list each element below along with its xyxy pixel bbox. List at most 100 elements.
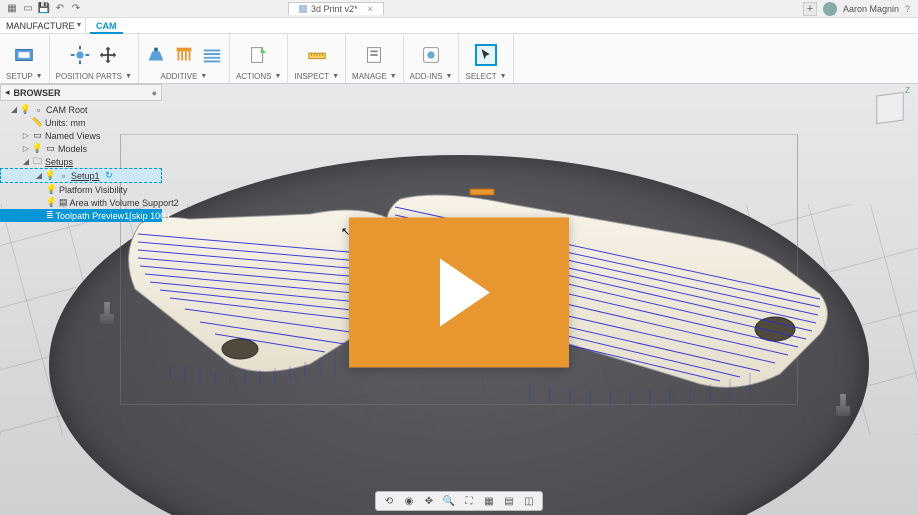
expand-icon[interactable]: ◢: [35, 171, 43, 180]
play-button-overlay[interactable]: [349, 217, 569, 367]
move-icon[interactable]: [97, 44, 119, 66]
tree-label: Models: [58, 144, 87, 154]
document-icon: [299, 5, 307, 13]
ribbon-label: POSITION PARTS: [56, 72, 122, 81]
expand-icon[interactable]: ▷: [22, 144, 30, 153]
file-icon[interactable]: ▭: [22, 3, 34, 15]
zoom-icon[interactable]: 🔍: [442, 494, 456, 508]
tab-cam[interactable]: CAM: [86, 18, 127, 33]
alignment-pin: [836, 394, 850, 416]
ribbon-group-setup: SETUP▼: [0, 34, 50, 83]
main-area: Z ⟲ ◉ ✥ 🔍 ⛶ ▦ ▤ ◫ ↖ ◂ BROWSER ● ◢ 💡 ▫: [0, 84, 918, 515]
view-cube-face[interactable]: [876, 92, 903, 124]
lightbulb-on-icon[interactable]: 💡: [46, 184, 57, 195]
measure-icon[interactable]: [306, 44, 328, 66]
tree-root[interactable]: ◢ 💡 ▫ CAM Root: [0, 103, 162, 116]
ribbon-group-position-parts: POSITION PARTS▼: [50, 34, 139, 83]
ribbon-label: SETUP: [6, 72, 33, 81]
app-menu-icon[interactable]: ▦: [6, 3, 18, 15]
tree-label: Area with Volume Support2: [70, 198, 179, 208]
save-icon[interactable]: 💾: [38, 3, 50, 15]
document-icon: ▫: [33, 104, 44, 115]
grid-icon[interactable]: ▤: [502, 494, 516, 508]
tree-units[interactable]: 📏 Units: mm: [0, 116, 162, 129]
expand-icon[interactable]: ◢: [10, 105, 18, 114]
user-name[interactable]: Aaron Magnin: [843, 4, 899, 14]
document-title: 3d Print v2*: [311, 4, 358, 14]
tree-setups[interactable]: ◢ 🗀 Setups: [0, 155, 162, 168]
origin-marker: [470, 189, 494, 195]
tree-models[interactable]: ▷ 💡 ▭ Models: [0, 142, 162, 155]
chevron-down-icon[interactable]: ▼: [275, 73, 282, 80]
workspace-dropdown[interactable]: MANUFACTURE ▼: [0, 18, 86, 33]
generate-icon[interactable]: [248, 44, 270, 66]
tree-label: Setups: [45, 157, 73, 167]
view-cube[interactable]: Z: [872, 90, 908, 126]
tree-label: Platform Visibility: [59, 185, 127, 195]
sync-icon[interactable]: ↻: [104, 170, 115, 181]
tree-label: Toolpath Preview1[skip 100 l...: [56, 211, 178, 221]
layers-icon[interactable]: [201, 44, 223, 66]
fit-icon[interactable]: ⛶: [462, 494, 476, 508]
auto-orient-icon[interactable]: [69, 44, 91, 66]
ribbon-label: SELECT: [465, 72, 496, 81]
collapse-icon[interactable]: ◂: [5, 87, 10, 98]
expand-icon[interactable]: ▷: [22, 131, 30, 140]
ruler-icon: 📏: [32, 117, 43, 128]
help-icon[interactable]: ?: [905, 4, 910, 14]
chevron-down-icon[interactable]: ▼: [446, 73, 453, 80]
tool-library-icon[interactable]: [363, 44, 385, 66]
axis-label-z: Z: [905, 86, 910, 95]
lightbulb-on-icon[interactable]: 💡: [46, 197, 57, 208]
tree-label: CAM Root: [46, 105, 88, 115]
tree-setup1[interactable]: ◢ 💡 ▫ Setup1 ↻: [0, 168, 162, 183]
tree-platform-visibility[interactable]: 💡 Platform Visibility: [0, 183, 162, 196]
ribbon-label: ADD-INS: [410, 72, 443, 81]
tree-label: Setup1: [71, 171, 100, 181]
tree-volume-support[interactable]: 💡 ▤ Area with Volume Support2: [0, 196, 162, 209]
lightbulb-on-icon[interactable]: 💡: [20, 104, 31, 115]
pin-icon[interactable]: ●: [152, 88, 157, 98]
pan-icon[interactable]: ✥: [422, 494, 436, 508]
ribbon-group-manage: MANAGE▼: [346, 34, 404, 83]
redo-icon[interactable]: ↷: [70, 3, 82, 15]
title-bar: ▦ ▭ 💾 ↶ ↷ 3d Print v2* × + Aaron Magnin …: [0, 0, 918, 18]
setup-icon: ▫: [58, 170, 69, 181]
display-settings-icon[interactable]: ▦: [482, 494, 496, 508]
navigation-bar: ⟲ ◉ ✥ 🔍 ⛶ ▦ ▤ ◫: [375, 491, 543, 511]
ribbon-toolbar: SETUP▼ POSITION PARTS▼ ADDITIVE▼: [0, 34, 918, 84]
look-at-icon[interactable]: ◉: [402, 494, 416, 508]
document-tab[interactable]: 3d Print v2* ×: [288, 2, 384, 15]
browser-header[interactable]: ◂ BROWSER ●: [0, 84, 162, 101]
chevron-down-icon[interactable]: ▼: [200, 73, 207, 80]
chevron-down-icon[interactable]: ▼: [125, 73, 132, 80]
play-icon: [440, 258, 490, 326]
avatar[interactable]: [823, 2, 837, 16]
chevron-down-icon[interactable]: ▼: [332, 73, 339, 80]
tree-label: Named Views: [45, 131, 100, 141]
ribbon-label: INSPECT: [294, 72, 329, 81]
tree-named-views[interactable]: ▷ ▭ Named Views: [0, 129, 162, 142]
undo-icon[interactable]: ↶: [54, 3, 66, 15]
lightbulb-on-icon[interactable]: 💡: [32, 143, 43, 154]
ribbon-label: MANAGE: [352, 72, 387, 81]
setup-icon[interactable]: [13, 44, 35, 66]
new-tab-button[interactable]: +: [803, 2, 817, 16]
orbit-icon[interactable]: ⟲: [382, 494, 396, 508]
close-tab-icon[interactable]: ×: [368, 4, 373, 14]
tree-toolpath-preview[interactable]: ≣ Toolpath Preview1[skip 100 l...: [0, 209, 162, 222]
chevron-down-icon[interactable]: ▼: [36, 73, 43, 80]
supports-icon[interactable]: [173, 44, 195, 66]
chevron-down-icon[interactable]: ▼: [390, 73, 397, 80]
workspace-label: MANUFACTURE: [6, 21, 75, 31]
folder-icon: ▭: [45, 143, 56, 154]
expand-icon[interactable]: ◢: [22, 157, 30, 166]
chevron-down-icon[interactable]: ▼: [500, 73, 507, 80]
select-tool-icon[interactable]: [475, 44, 497, 66]
ribbon-group-additive: ADDITIVE▼: [139, 34, 230, 83]
viewport-layout-icon[interactable]: ◫: [522, 494, 536, 508]
print-settings-icon[interactable]: [145, 44, 167, 66]
addins-icon[interactable]: [420, 44, 442, 66]
lightbulb-on-icon[interactable]: 💡: [45, 170, 56, 181]
toolpath-icon: ≣: [46, 210, 54, 221]
